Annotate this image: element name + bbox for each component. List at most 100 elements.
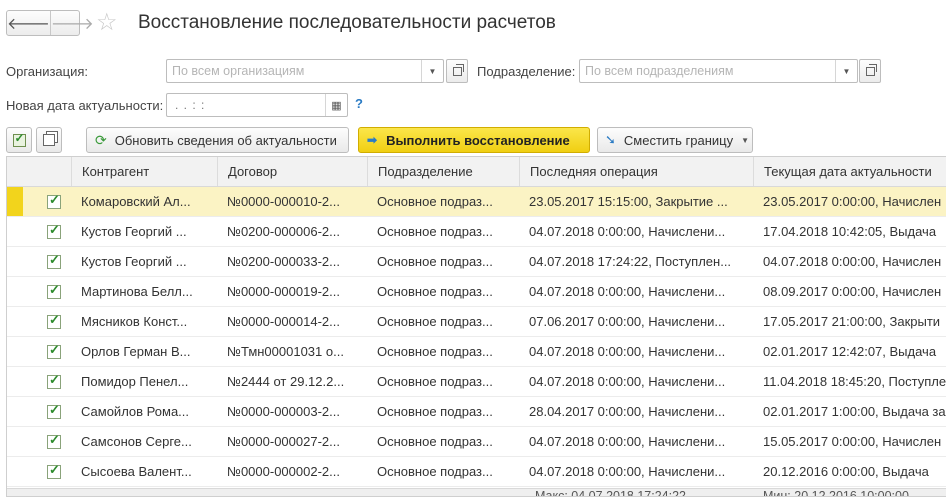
table-row[interactable]: Комаровский Ал... №0000-000010-2... Осно… [7,187,946,217]
cell-actuality-date: 08.09.2017 0:00:00, Начислен [763,284,942,299]
cell-actuality-date: 02.01.2017 1:00:00, Выдача за [763,404,946,419]
row-checkbox[interactable] [41,337,71,366]
org-open-button[interactable] [446,59,468,83]
cell-department: Основное подраз... [377,344,493,359]
dept-field[interactable]: По всем подразделениям ▼ [579,59,858,83]
footer-min: Мин: 20.12.2016 10:00:00 [763,489,909,497]
cell-contractor: Помидор Пенел... [81,374,189,389]
run-arrow-icon: ➡ [367,133,378,147]
org-dropdown-icon[interactable]: ▼ [421,60,443,82]
cell-actuality-date: 15.05.2017 0:00:00, Начислен [763,434,942,449]
column-header[interactable]: Договор [217,157,367,186]
shift-label: Сместить границу [623,132,734,148]
check-all-icon [12,131,26,147]
row-checkbox[interactable] [41,427,71,456]
table-row[interactable]: Самойлов Рома... №0000-000003-2... Основ… [7,397,946,427]
restore-button[interactable]: ➡ Выполнить восстановление [358,127,590,153]
check-all-button[interactable] [6,127,32,153]
row-checkbox[interactable] [41,187,71,216]
cell-last-operation: 04.07.2018 0:00:00, Начислени... [529,434,726,449]
calendar-icon[interactable]: ▦ [325,94,347,116]
column-header[interactable]: Контрагент [71,157,217,186]
cell-contractor: Мясников Конст... [81,314,188,329]
open-icon [452,63,464,76]
cell-last-operation: 04.07.2018 0:00:00, Начислени... [529,464,726,479]
org-placeholder: По всем организациям [172,64,305,78]
open-icon [865,63,877,76]
help-icon[interactable]: ? [355,96,363,111]
dept-label: Подразделение: [477,64,576,79]
column-header[interactable]: Подразделение [367,157,519,186]
date-field[interactable]: . . : : ▦ [166,93,348,117]
cell-contract: №0200-000006-2... [227,224,340,239]
org-field[interactable]: По всем организациям ▼ [166,59,444,83]
footer-max: Макс: 04.07.2018 17:24:22 [535,489,687,497]
uncheck-all-icon [43,134,55,146]
checkbox-checked-icon[interactable] [47,222,61,239]
checkbox-checked-icon[interactable] [47,252,61,269]
dept-placeholder: По всем подразделениям [585,64,734,78]
cell-contractor: Мартинова Белл... [81,284,193,299]
refresh-button[interactable]: ⟳ Обновить сведения об актуальности [86,127,349,153]
checkbox-checked-icon[interactable] [47,402,61,419]
checkbox-checked-icon[interactable] [47,342,61,359]
cell-department: Основное подраз... [377,284,493,299]
row-checkbox[interactable] [41,367,71,396]
row-checkbox[interactable] [41,217,71,246]
back-button[interactable]: 🡐 [7,11,50,35]
dept-open-button[interactable] [859,59,881,83]
table-row[interactable]: Помидор Пенел... №2444 от 29.12.2... Осн… [7,367,946,397]
checkbox-checked-icon[interactable] [47,192,61,209]
nav-buttons: 🡐 🡒 [6,10,94,36]
row-checkbox[interactable] [41,247,71,276]
checkbox-checked-icon[interactable] [47,312,61,329]
refresh-icon: ⟳ [95,131,107,148]
checkbox-checked-icon[interactable] [47,372,61,389]
column-header[interactable]: Последняя операция [519,157,753,186]
table-row[interactable]: Орлов Герман В... №Тмн00001031 о... Осно… [7,337,946,367]
uncheck-all-button[interactable] [36,127,62,153]
table-row[interactable]: Мартинова Белл... №0000-000019-2... Осно… [7,277,946,307]
cell-actuality-date: 23.05.2017 0:00:00, Начислен [763,194,942,209]
table-footer: Макс: 04.07.2018 17:24:22 Мин: 20.12.201… [7,488,946,497]
cell-actuality-date: 02.01.2017 12:42:07, Выдача [763,344,937,359]
table-row[interactable]: Кустов Георгий ... №0200-000006-2... Осн… [7,217,946,247]
table-row[interactable]: Кустов Георгий ... №0200-000033-2... Осн… [7,247,946,277]
shift-border-button[interactable]: ➘ Сместить границу ▼ [597,127,753,153]
table-row[interactable]: Самсонов Серге... №0000-000027-2... Осно… [7,427,946,457]
date-value: . . : : [175,98,206,112]
forward-button[interactable]: 🡒 [49,11,94,35]
row-checkbox[interactable] [41,457,71,486]
dept-dropdown-icon[interactable]: ▼ [835,60,857,82]
refresh-label: Обновить сведения об актуальности [114,132,337,148]
row-checkbox[interactable] [41,397,71,426]
cell-contractor: Сысоева Валент... [81,464,192,479]
shift-icon: ➘ [605,132,616,147]
cell-last-operation: 04.07.2018 0:00:00, Начислени... [529,224,726,239]
cell-actuality-date: 04.07.2018 0:00:00, Начислен [763,254,942,269]
cell-department: Основное подраз... [377,194,493,209]
cell-contract: №0200-000033-2... [227,254,340,269]
cell-department: Основное подраз... [377,434,493,449]
cell-contract: №0000-000014-2... [227,314,340,329]
cell-contractor: Самсонов Серге... [81,434,192,449]
checkbox-checked-icon[interactable] [47,462,61,479]
cell-last-operation: 04.07.2018 0:00:00, Начислени... [529,374,726,389]
cell-contract: №2444 от 29.12.2... [227,374,345,389]
favorite-star-icon[interactable]: ☆ [96,8,118,37]
cell-last-operation: 23.05.2017 15:15:00, Закрытие ... [529,194,728,209]
checkbox-checked-icon[interactable] [47,282,61,299]
table-row[interactable]: Мясников Конст... №0000-000014-2... Осно… [7,307,946,337]
cell-department: Основное подраз... [377,224,493,239]
cell-last-operation: 28.04.2017 0:00:00, Начислени... [529,404,726,419]
column-header[interactable]: Текущая дата актуальности [753,157,946,186]
table-row[interactable]: Сысоева Валент... №0000-000002-2... Осно… [7,457,946,487]
current-row-marker [7,187,23,216]
data-table[interactable]: Контрагент Договор Подразделение Последн… [6,156,946,497]
cell-department: Основное подраз... [377,404,493,419]
checkbox-checked-icon[interactable] [47,432,61,449]
cell-contract: №0000-000027-2... [227,434,340,449]
row-checkbox[interactable] [41,307,71,336]
cell-contractor: Самойлов Рома... [81,404,190,419]
row-checkbox[interactable] [41,277,71,306]
